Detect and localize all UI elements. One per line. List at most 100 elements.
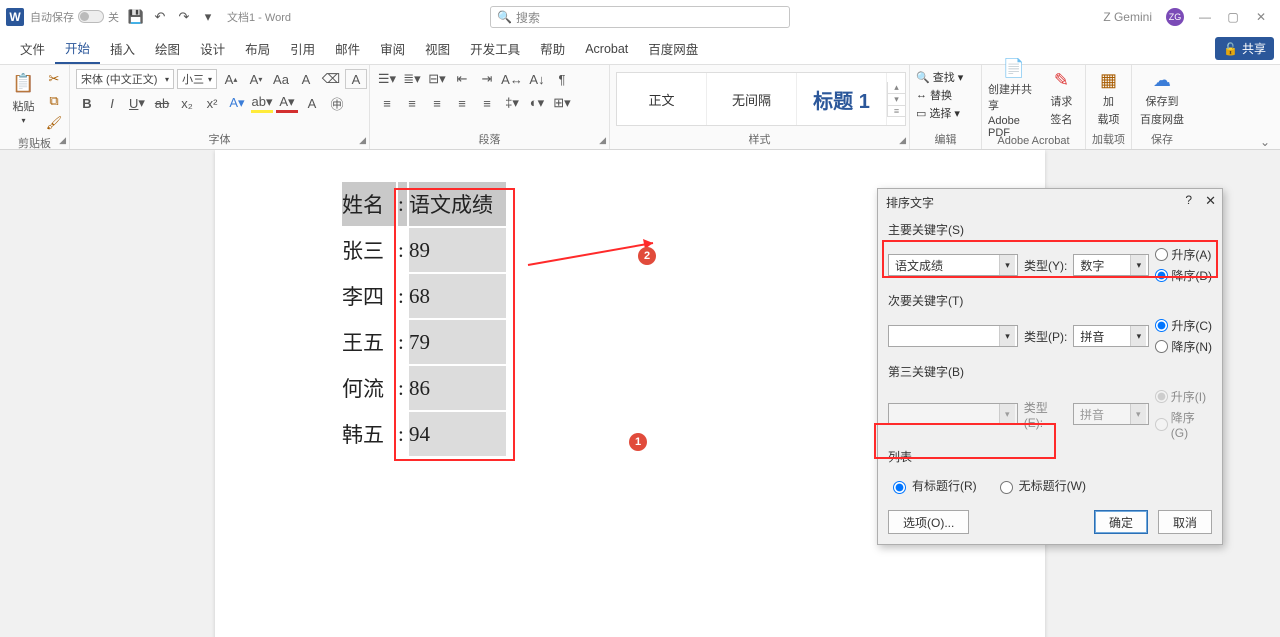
underline-icon[interactable]: U▾ — [126, 93, 148, 113]
table-cell[interactable]: 94 — [409, 412, 506, 456]
tab-references[interactable]: 引用 — [280, 33, 325, 64]
circle-char-icon[interactable]: A — [301, 93, 323, 113]
border-char-icon[interactable]: A — [345, 69, 367, 89]
cut-icon[interactable]: ✂ — [45, 69, 63, 89]
header-score-cell[interactable]: 语文成绩 — [409, 182, 506, 226]
bullets-icon[interactable]: ☰▾ — [376, 69, 398, 89]
sort-icon[interactable]: A↓ — [526, 69, 548, 89]
primary-key-combo[interactable]: 语文成绩▾ — [888, 254, 1018, 276]
select-button[interactable]: ▭选择 ▾ — [916, 105, 960, 121]
asian-layout-icon[interactable]: A↔ — [501, 69, 523, 89]
increase-indent-icon[interactable]: ⇥ — [476, 69, 498, 89]
styles-gallery[interactable]: 正文 无间隔 标题 1 ▴ ▾ ≡ — [616, 72, 906, 126]
user-avatar[interactable]: ZG — [1166, 8, 1184, 26]
format-painter-icon[interactable]: 🖌 — [45, 113, 63, 133]
shrink-font-icon[interactable]: A▾ — [245, 69, 267, 89]
minimize-button[interactable]: — — [1198, 10, 1212, 24]
superscript-icon[interactable]: x² — [201, 93, 223, 113]
phonetic-icon[interactable]: A — [295, 69, 317, 89]
search-box[interactable]: 🔍 搜索 — [490, 6, 790, 28]
options-button[interactable]: 选项(O)... — [888, 510, 969, 534]
line-spacing-icon[interactable]: ‡▾ — [501, 93, 523, 113]
strikethrough-icon[interactable]: ab — [151, 93, 173, 113]
align-center-icon[interactable]: ≡ — [401, 93, 423, 113]
ok-button[interactable]: 确定 — [1094, 510, 1148, 534]
maximize-button[interactable]: ▢ — [1226, 10, 1240, 24]
qat-dropdown-icon[interactable]: ▾ — [199, 9, 217, 25]
clipboard-launcher-icon[interactable]: ◢ — [59, 135, 66, 146]
save-netdisk-button[interactable]: ☁ 保存到 百度网盘 — [1138, 69, 1186, 127]
style-up-icon[interactable]: ▴ — [887, 82, 905, 94]
share-button[interactable]: 🔓 共享 — [1215, 37, 1274, 60]
primary-type-combo[interactable]: 数字▾ — [1073, 254, 1149, 276]
table-cell[interactable]: 韩五 — [342, 412, 396, 456]
secondary-key-combo[interactable]: ▾ — [888, 325, 1018, 347]
borders-icon[interactable]: ⊞▾ — [551, 93, 573, 113]
change-case-icon[interactable]: Aa — [270, 69, 292, 89]
tab-developer[interactable]: 开发工具 — [460, 33, 530, 64]
tab-baidunetdisk[interactable]: 百度网盘 — [638, 33, 708, 64]
highlight-icon[interactable]: ab▾ — [251, 93, 273, 113]
align-right-icon[interactable]: ≡ — [426, 93, 448, 113]
tab-insert[interactable]: 插入 — [100, 33, 145, 64]
align-left-icon[interactable]: ≡ — [376, 93, 398, 113]
style-heading1[interactable]: 标题 1 — [797, 73, 887, 125]
multilevel-icon[interactable]: ⊟▾ — [426, 69, 448, 89]
paste-button[interactable]: 📋 粘贴 ▾ — [6, 69, 41, 127]
secondary-desc-radio[interactable]: 降序(N) — [1155, 338, 1212, 355]
tab-file[interactable]: 文件 — [10, 33, 55, 64]
toggle-switch-icon[interactable] — [78, 10, 104, 23]
ribbon-collapse-icon[interactable]: ⌄ — [1260, 135, 1270, 149]
find-button[interactable]: 🔍查找 ▾ — [916, 69, 963, 85]
clear-format-icon[interactable]: ⌫ — [320, 69, 342, 89]
save-icon[interactable]: 💾 — [127, 9, 145, 25]
replace-button[interactable]: ↔替换 — [916, 87, 952, 103]
style-nospacing[interactable]: 无间隔 — [707, 73, 797, 125]
score-table[interactable]: 姓名 : 语文成绩 张三:89 李四:68 王五:79 何流:86 韩五:94 — [340, 180, 508, 458]
text-effect-icon[interactable]: A▾ — [226, 93, 248, 113]
header-no-radio[interactable]: 无标题行(W) — [995, 477, 1086, 494]
shading-icon[interactable]: ◐▾ — [526, 93, 548, 113]
paragraph-launcher-icon[interactable]: ◢ — [599, 135, 606, 146]
tab-home[interactable]: 开始 — [55, 33, 100, 64]
create-pdf-button[interactable]: 📄 创建并共享 Adobe PDF — [988, 69, 1040, 127]
autosave-toggle[interactable]: 自动保存 关 — [30, 9, 119, 25]
style-normal[interactable]: 正文 — [617, 73, 707, 125]
primary-desc-radio[interactable]: 降序(D) — [1155, 267, 1212, 284]
dialog-titlebar[interactable]: 排序文字 ? ✕ — [878, 189, 1222, 215]
tab-help[interactable]: 帮助 — [530, 33, 575, 64]
styles-launcher-icon[interactable]: ◢ — [899, 135, 906, 146]
distribute-icon[interactable]: ≡ — [476, 93, 498, 113]
secondary-type-combo[interactable]: 拼音▾ — [1073, 325, 1149, 347]
justify-icon[interactable]: ≡ — [451, 93, 473, 113]
table-cell[interactable]: 何流 — [342, 366, 396, 410]
table-cell[interactable]: 王五 — [342, 320, 396, 364]
dialog-close-button[interactable]: ✕ — [1205, 193, 1216, 209]
style-more-icon[interactable]: ≡ — [887, 106, 905, 117]
tab-review[interactable]: 审阅 — [370, 33, 415, 64]
header-name-cell[interactable]: 姓名 — [342, 182, 396, 226]
addin-button[interactable]: ▦ 加 载项 — [1092, 69, 1125, 127]
user-name[interactable]: Z Gemini — [1103, 10, 1152, 24]
table-cell[interactable]: 89 — [409, 228, 506, 272]
redo-icon[interactable]: ↷ — [175, 9, 193, 25]
italic-icon[interactable]: I — [101, 93, 123, 113]
table-cell[interactable]: 李四 — [342, 274, 396, 318]
font-size-combo[interactable]: 小三▾ — [177, 69, 217, 89]
font-name-combo[interactable]: 宋体 (中文正文)▾ — [76, 69, 174, 89]
table-cell[interactable]: 张三 — [342, 228, 396, 272]
numbering-icon[interactable]: ≣▾ — [401, 69, 423, 89]
dialog-help-button[interactable]: ? — [1185, 193, 1192, 207]
undo-icon[interactable]: ↶ — [151, 9, 169, 25]
tab-acrobat[interactable]: Acrobat — [575, 33, 638, 64]
tab-layout[interactable]: 布局 — [235, 33, 280, 64]
table-cell[interactable]: 79 — [409, 320, 506, 364]
enclosed-char-icon[interactable]: ㊥ — [326, 93, 348, 113]
tab-view[interactable]: 视图 — [415, 33, 460, 64]
grow-font-icon[interactable]: A▴ — [220, 69, 242, 89]
font-launcher-icon[interactable]: ◢ — [359, 135, 366, 146]
copy-icon[interactable]: ⧉ — [45, 91, 63, 111]
bold-icon[interactable]: B — [76, 93, 98, 113]
show-marks-icon[interactable]: ¶ — [551, 69, 573, 89]
font-color-icon[interactable]: A▾ — [276, 93, 298, 113]
